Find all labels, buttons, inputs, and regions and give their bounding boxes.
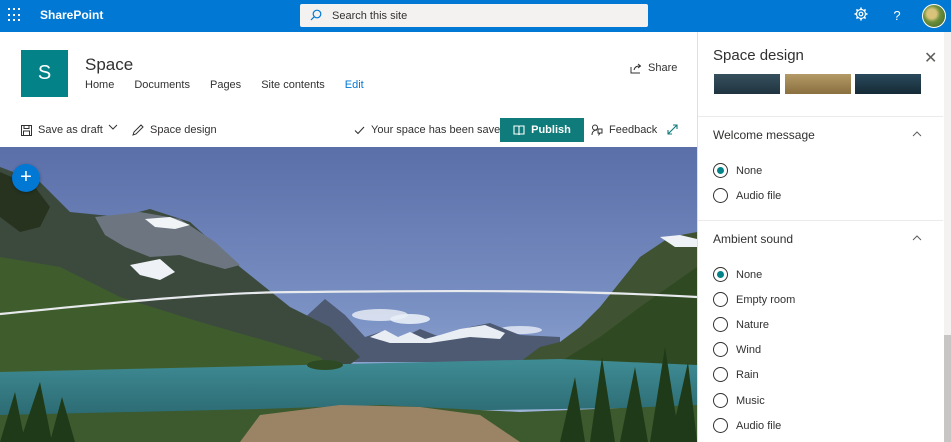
nav-site-contents[interactable]: Site contents [261,79,325,91]
chevron-down-icon [108,124,118,130]
feedback-label: Feedback [609,124,658,136]
ambient-option-label: Rain [736,368,759,381]
chevron-up-icon[interactable] [912,233,922,243]
radio-unselected[interactable] [713,393,728,408]
save-status-text: Your space has been saved [371,124,507,136]
expand-button[interactable] [667,124,684,135]
space-design-button[interactable]: Space design [132,124,217,136]
nav-edit[interactable]: Edit [345,79,364,91]
ambient-option-audio-file[interactable]: Audio file [713,418,781,433]
backdrop-thumbnail-2[interactable] [785,74,851,94]
feedback-icon [591,124,603,136]
save-as-draft-label: Save as draft [38,124,103,136]
site-title[interactable]: Space [85,55,133,75]
pane-scrollbar-thumb[interactable] [944,335,951,442]
command-bar: Save as draft Space design Your space ha… [0,118,697,146]
nav-home[interactable]: Home [85,79,114,91]
publish-label: Publish [531,124,571,136]
feedback-button[interactable]: Feedback [590,124,657,136]
gear-icon [854,7,868,21]
avatar[interactable] [922,4,946,28]
ambient-option-label: Wind [736,343,762,356]
welcome-option-none[interactable]: None [713,163,762,178]
backdrop-thumbnail-1[interactable] [714,74,780,94]
radio-unselected[interactable] [713,367,728,382]
help-button[interactable]: ? [888,7,906,25]
share-label: Share [648,62,678,74]
ambient-option-none[interactable]: None [713,267,762,282]
share-icon [630,63,642,73]
radio-unselected[interactable] [713,188,728,203]
space-canvas[interactable] [0,147,697,442]
ambient-option-music[interactable]: Music [713,393,765,408]
pencil-icon [132,124,144,136]
radio-unselected[interactable] [713,317,728,332]
radio-selected[interactable] [713,163,728,178]
nav-documents[interactable]: Documents [134,79,190,91]
radio-unselected[interactable] [713,418,728,433]
welcome-option-audio-file[interactable]: Audio file [713,188,781,203]
nav-pages[interactable]: Pages [210,79,241,91]
divider [698,220,943,221]
ambient-sound-heading[interactable]: Ambient sound [713,232,793,246]
pane-title: Space design [713,47,804,64]
save-as-draft-button[interactable]: Save as draft [21,124,103,136]
ambient-option-wind[interactable]: Wind [713,342,761,357]
search-icon [310,9,322,21]
add-web-part-button[interactable]: + [12,164,40,192]
backdrop-thumbnail-3[interactable] [855,74,921,94]
ambient-option-label: Music [736,394,765,407]
save-icon [21,124,32,136]
close-button[interactable]: ✕ [924,48,937,68]
radio-unselected[interactable] [713,292,728,307]
expand-icon [667,124,678,135]
ambient-option-label: Empty room [736,293,796,306]
site-logo[interactable]: S [21,50,68,97]
welcome-message-heading[interactable]: Welcome message [713,128,815,142]
save-status: Your space has been saved [354,124,506,136]
ambient-option-label: Nature [736,318,770,331]
space-design-label: Space design [150,124,217,136]
app-launcher-icon[interactable] [8,8,22,22]
publish-button[interactable]: Publish [500,118,584,142]
ambient-option-label: None [736,268,763,281]
book-icon [513,124,525,135]
settings-button[interactable] [852,7,870,25]
radio-unselected[interactable] [713,342,728,357]
divider [698,116,943,117]
ambient-option-label: Audio file [736,419,782,432]
ambient-option-nature[interactable]: Nature [713,317,769,332]
panorama-image [0,147,697,442]
space-design-pane: Space design ✕ Welcome message None Audi… [697,32,951,442]
radio-selected[interactable] [713,267,728,282]
ambient-option-rain[interactable]: Rain [713,367,759,382]
share-button[interactable]: Share [630,62,677,74]
welcome-option-label: None [736,164,763,177]
suite-bar: SharePoint ? [0,0,951,32]
welcome-option-label: Audio file [736,189,782,202]
chevron-up-icon[interactable] [912,129,922,139]
brand-name[interactable]: SharePoint [40,8,103,22]
search-input[interactable] [332,7,632,24]
search-box[interactable] [300,4,648,27]
ambient-option-empty-room[interactable]: Empty room [713,292,795,307]
site-navigation: Home Documents Pages Site contents Edit [85,79,384,91]
save-options-dropdown[interactable] [108,124,124,130]
checkmark-icon [354,126,365,134]
